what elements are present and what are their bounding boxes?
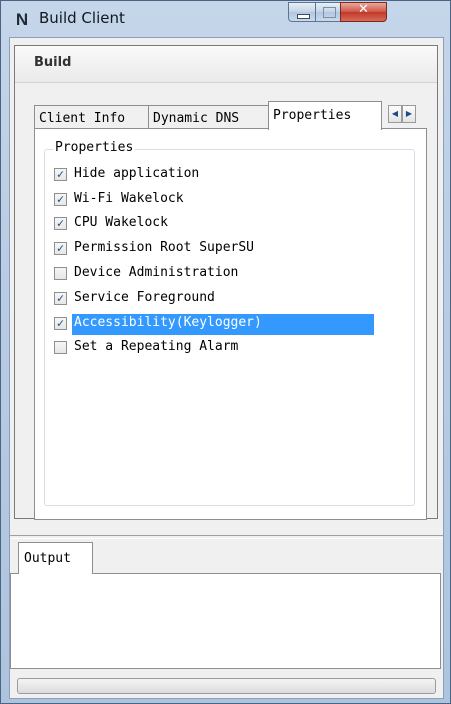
option-cpu-wakelock[interactable]: ✓ CPU Wakelock xyxy=(54,214,384,235)
checkbox[interactable]: ✓ xyxy=(54,292,67,305)
option-label: Service Foreground xyxy=(74,290,215,305)
maximize-icon xyxy=(323,7,336,18)
tab-scroll-left-button[interactable]: ◀ xyxy=(388,105,402,123)
tab-properties[interactable]: Properties xyxy=(268,101,382,130)
option-label: Hide application xyxy=(74,166,200,181)
close-icon: ✕ xyxy=(358,2,369,17)
option-label: CPU Wakelock xyxy=(74,215,168,230)
window-client-area: Build Client Info Dynamic DNS Properties… xyxy=(9,37,444,699)
checkbox[interactable]: ✓ xyxy=(54,317,67,330)
close-button[interactable]: ✕ xyxy=(340,2,387,22)
option-label: Permission Root SuperSU xyxy=(74,240,255,255)
option-hide-application[interactable]: ✓ Hide application xyxy=(54,165,384,186)
option-permission-root-supersu[interactable]: ✓ Permission Root SuperSU xyxy=(54,239,384,260)
arrow-left-icon: ◀ xyxy=(391,109,399,118)
arrow-right-icon: ▶ xyxy=(405,109,413,118)
build-panel-title: Build xyxy=(34,55,72,70)
option-label: Device Administration xyxy=(74,265,239,280)
build-client-window: N Build Client ✕ Build Client Info Dynam… xyxy=(0,0,451,704)
tab-label: Dynamic DNS xyxy=(153,111,240,126)
check-icon: ✓ xyxy=(56,316,65,330)
option-wifi-wakelock[interactable]: ✓ Wi-Fi Wakelock xyxy=(54,190,384,211)
option-set-repeating-alarm[interactable]: Set a Repeating Alarm xyxy=(54,338,384,359)
check-icon: ✓ xyxy=(56,216,65,230)
minimize-icon xyxy=(297,14,310,19)
properties-tab-panel: Properties ✓ Hide application ✓ Wi-Fi Wa… xyxy=(34,128,427,520)
tab-client-info[interactable]: Client Info xyxy=(34,105,149,129)
checkbox[interactable]: ✓ xyxy=(54,193,67,206)
properties-groupbox-legend: Properties xyxy=(53,140,136,155)
maximize-button[interactable] xyxy=(315,2,341,22)
title-bar[interactable]: N Build Client ✕ xyxy=(1,1,450,37)
option-label: Accessibility(Keylogger) xyxy=(74,315,262,330)
tab-label: Client Info xyxy=(39,111,126,126)
tab-label: Properties xyxy=(273,108,352,123)
option-label: Set a Repeating Alarm xyxy=(74,339,239,354)
build-progress-bar xyxy=(17,678,436,694)
tab-output[interactable]: Output xyxy=(18,542,93,574)
checkbox[interactable]: ✓ xyxy=(54,242,67,255)
checkbox[interactable]: ✓ xyxy=(54,168,67,181)
option-device-administration[interactable]: Device Administration xyxy=(54,264,384,285)
build-panel-header: Build xyxy=(15,46,437,83)
minimize-button[interactable] xyxy=(288,2,316,22)
checkbox[interactable] xyxy=(54,267,67,280)
check-icon: ✓ xyxy=(56,241,65,255)
tab-label: Output xyxy=(24,551,71,566)
tab-dynamic-dns[interactable]: Dynamic DNS xyxy=(148,105,269,129)
check-icon: ✓ xyxy=(56,291,65,305)
app-logo-icon: N xyxy=(15,10,29,29)
checkbox[interactable] xyxy=(54,341,67,354)
panel-splitter[interactable] xyxy=(10,535,443,539)
tab-scroll-right-button[interactable]: ▶ xyxy=(402,105,416,123)
build-panel: Build Client Info Dynamic DNS Properties… xyxy=(14,45,438,520)
option-label: Wi-Fi Wakelock xyxy=(74,191,184,206)
window-title: Build Client xyxy=(39,9,125,27)
option-service-foreground[interactable]: ✓ Service Foreground xyxy=(54,289,384,310)
checkbox[interactable]: ✓ xyxy=(54,217,67,230)
option-accessibility-keylogger[interactable]: ✓ Accessibility(Keylogger) xyxy=(54,314,384,335)
check-icon: ✓ xyxy=(56,192,65,206)
check-icon: ✓ xyxy=(56,167,65,181)
output-textbox[interactable] xyxy=(10,573,441,669)
